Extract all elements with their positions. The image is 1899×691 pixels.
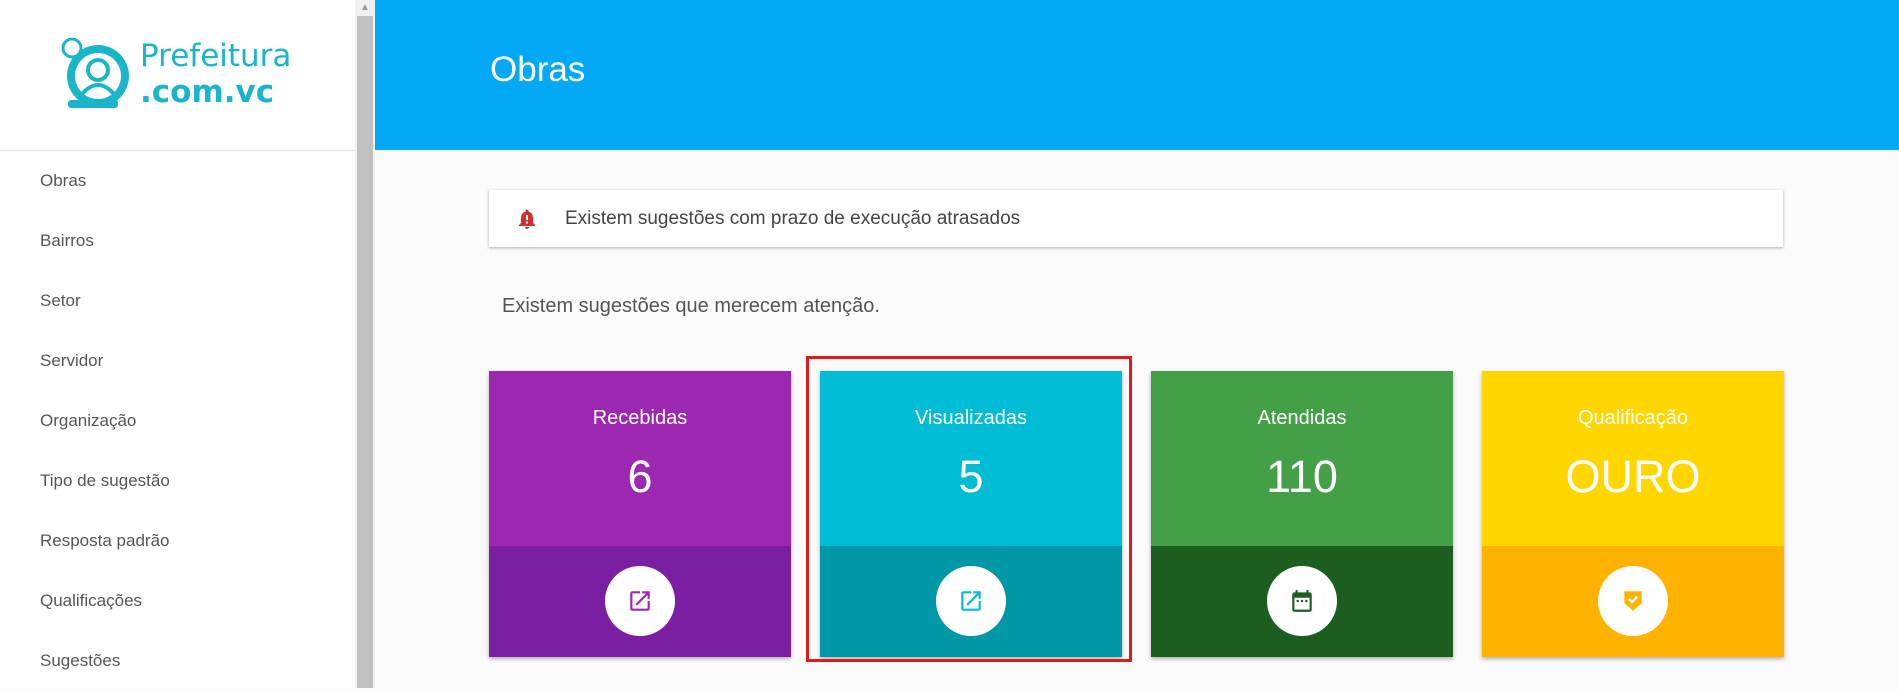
calendar-icon (1292, 590, 1312, 612)
card-atendidas-top: Atendidas 110 (1151, 371, 1453, 546)
card-atendidas: Atendidas 110 (1151, 371, 1453, 657)
card-qualificacao-top: Qualificação OURO (1482, 371, 1784, 546)
card-value: 6 (627, 451, 653, 502)
open-external-icon (630, 591, 650, 611)
recebidas-open-button[interactable] (605, 566, 675, 636)
card-qualificacao: Qualificação OURO (1482, 371, 1784, 657)
card-label: Atendidas (1257, 407, 1347, 429)
card-qualificacao-bottom (1482, 546, 1784, 657)
scroll-thumb[interactable] (357, 16, 373, 688)
sidebar: Prefeitura .com.vc Obras Bairros Setor S… (0, 0, 355, 688)
sidebar-item-tipo-de-sugestao[interactable]: Tipo de sugestão (0, 451, 355, 511)
sidebar-item-qualificacoes[interactable]: Qualificações (0, 571, 355, 631)
card-value: OURO (1565, 451, 1701, 502)
attention-subtitle: Existem sugestões que merecem atenção. (502, 295, 880, 317)
card-label: Qualificação (1577, 407, 1689, 429)
card-recebidas-bottom (489, 546, 791, 657)
visualizadas-open-button[interactable] (936, 566, 1006, 636)
logo-user-icon (61, 37, 129, 108)
card-recebidas: Recebidas 6 (489, 371, 791, 657)
logo-line1: Prefeitura (140, 38, 292, 74)
logo-text: Prefeitura .com.vc (140, 38, 291, 110)
sidebar-item-bairros[interactable]: Bairros (0, 211, 355, 271)
qualificacao-badge-button[interactable] (1598, 566, 1668, 636)
logo-line2: .com.vc (140, 74, 275, 110)
card-atendidas-bottom (1151, 546, 1453, 657)
page-header: Obras (375, 0, 1899, 150)
sidebar-item-organizacao[interactable]: Organização (0, 391, 355, 451)
sidebar-item-resposta-padrao[interactable]: Resposta padrão (0, 511, 355, 571)
sidebar-scrollbar[interactable]: ▲ (355, 0, 375, 688)
card-visualizadas-top: Visualizadas 5 (820, 371, 1122, 546)
sidebar-item-servidor[interactable]: Servidor (0, 331, 355, 391)
sidebar-item-obras[interactable]: Obras (0, 151, 355, 211)
atendidas-calendar-button[interactable] (1267, 566, 1337, 636)
card-value: 110 (1266, 451, 1338, 502)
bell-alert-icon (519, 209, 535, 229)
logo[interactable]: Prefeitura .com.vc (0, 0, 355, 151)
card-label: Recebidas (592, 407, 688, 429)
page-title: Obras (490, 50, 586, 89)
card-value: 5 (958, 451, 984, 502)
sidebar-nav: Obras Bairros Setor Servidor Organização… (0, 151, 355, 691)
sidebar-item-setor[interactable]: Setor (0, 271, 355, 331)
sidebar-item-sugestoes[interactable]: Sugestões (0, 631, 355, 691)
alert-banner: Existem sugestões com prazo de execução … (489, 190, 1783, 247)
card-visualizadas-bottom (820, 546, 1122, 657)
card-recebidas-top: Recebidas 6 (489, 371, 791, 546)
scroll-up-arrow-icon[interactable]: ▲ (355, 0, 375, 16)
alert-text: Existem sugestões com prazo de execução … (565, 208, 1021, 229)
card-visualizadas: Visualizadas 5 (820, 371, 1122, 657)
open-external-icon (961, 591, 981, 611)
badge-check-icon (1624, 591, 1642, 611)
card-label: Visualizadas (915, 407, 1027, 429)
